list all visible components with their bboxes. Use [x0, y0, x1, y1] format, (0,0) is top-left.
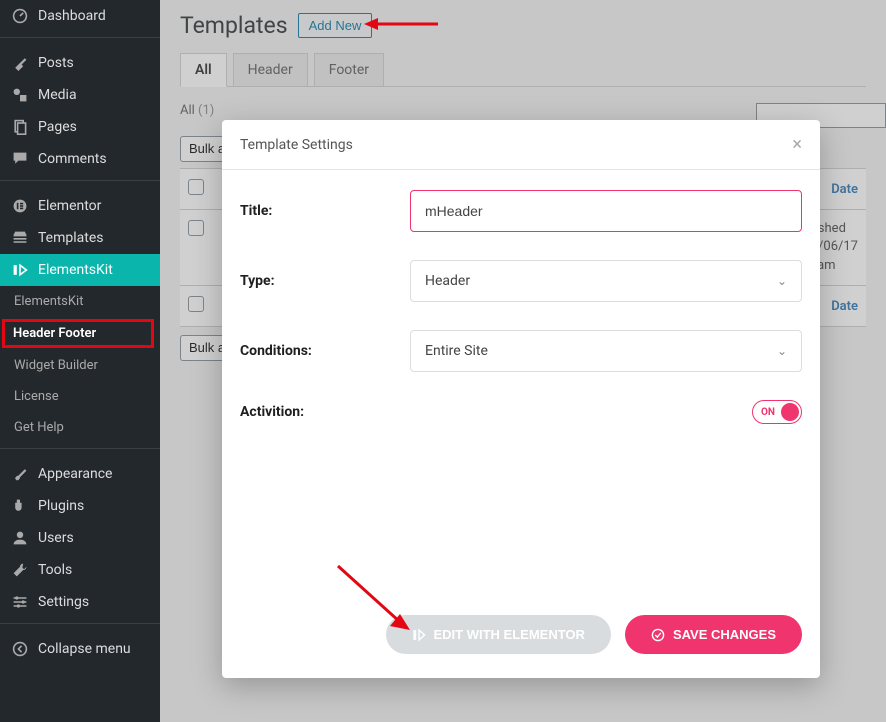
sidebar-item-templates[interactable]: Templates: [0, 222, 160, 254]
edit-with-elementor-button[interactable]: EDIT WITH ELEMENTOR: [386, 615, 611, 654]
chevron-down-icon: ⌄: [777, 274, 787, 288]
pin-icon: [10, 55, 30, 71]
dashboard-icon: [10, 8, 30, 24]
sidebar-item-plugins[interactable]: Plugins: [0, 490, 160, 522]
type-label: Type:: [240, 273, 410, 289]
sidebar-item-label: Media: [38, 87, 77, 103]
media-icon: [10, 87, 30, 103]
templates-icon: [10, 230, 30, 246]
sidebar-item-elementskit[interactable]: ElementsKit: [0, 254, 160, 286]
sidebar-sub-widget-builder[interactable]: Widget Builder: [0, 350, 160, 381]
elementskit-icon: [10, 262, 30, 278]
template-settings-modal: Template Settings × Title: Type: Header …: [222, 120, 820, 678]
sidebar-item-media[interactable]: Media: [0, 79, 160, 111]
brush-icon: [10, 466, 30, 482]
modal-title: Template Settings: [240, 137, 353, 153]
sidebar-item-label: Templates: [38, 230, 104, 246]
sidebar-sub-header-footer[interactable]: Header Footer: [2, 319, 154, 348]
save-changes-button[interactable]: SAVE CHANGES: [625, 615, 802, 654]
sliders-icon: [10, 594, 30, 610]
close-icon[interactable]: ×: [792, 134, 802, 155]
sidebar-item-settings[interactable]: Settings: [0, 586, 160, 618]
conditions-select[interactable]: Entire Site ⌄: [410, 330, 802, 372]
sidebar-item-label: Settings: [38, 594, 89, 610]
sidebar-item-label: Appearance: [38, 466, 112, 482]
sidebar-item-label: Pages: [38, 119, 77, 135]
sidebar-sub-license[interactable]: License: [0, 381, 160, 412]
activation-label: Activition:: [240, 404, 410, 420]
sidebar-item-label: Comments: [38, 151, 107, 167]
elementor-icon: [412, 628, 426, 642]
sidebar-item-label: Dashboard: [38, 8, 106, 24]
comment-icon: [10, 151, 30, 167]
sidebar-item-label: Collapse menu: [38, 641, 131, 657]
pages-icon: [10, 119, 30, 135]
type-select[interactable]: Header ⌄: [410, 260, 802, 302]
sidebar-item-posts[interactable]: Posts: [0, 47, 160, 79]
sidebar-item-pages[interactable]: Pages: [0, 111, 160, 143]
check-circle-icon: [651, 628, 665, 642]
sidebar-item-label: ElementsKit: [38, 262, 113, 278]
toggle-knob: [781, 403, 799, 421]
collapse-icon: [10, 641, 30, 657]
wrench-icon: [10, 562, 30, 578]
sidebar-item-comments[interactable]: Comments: [0, 143, 160, 175]
sidebar-item-appearance[interactable]: Appearance: [0, 458, 160, 490]
sidebar-item-collapse[interactable]: Collapse menu: [0, 633, 160, 665]
sidebar-sub-elementskit[interactable]: ElementsKit: [0, 286, 160, 317]
plug-icon: [10, 498, 30, 514]
elementor-icon: [10, 198, 30, 214]
title-label: Title:: [240, 203, 410, 219]
sidebar-item-label: Users: [38, 530, 74, 546]
chevron-down-icon: ⌄: [777, 344, 787, 358]
sidebar-item-label: Plugins: [38, 498, 84, 514]
sidebar-item-users[interactable]: Users: [0, 522, 160, 554]
sidebar-item-label: Posts: [38, 55, 74, 71]
sidebar-sub-get-help[interactable]: Get Help: [0, 412, 160, 443]
sidebar-item-elementor[interactable]: Elementor: [0, 190, 160, 222]
sidebar-item-label: Tools: [38, 562, 72, 578]
conditions-label: Conditions:: [240, 343, 410, 359]
activation-toggle[interactable]: ON: [752, 400, 802, 424]
title-input[interactable]: [410, 190, 802, 232]
sidebar-item-tools[interactable]: Tools: [0, 554, 160, 586]
user-icon: [10, 530, 30, 546]
sidebar-item-dashboard[interactable]: Dashboard: [0, 0, 160, 32]
admin-sidebar: Dashboard Posts Media Pages Comments Ele…: [0, 0, 160, 722]
sidebar-item-label: Elementor: [38, 198, 101, 214]
